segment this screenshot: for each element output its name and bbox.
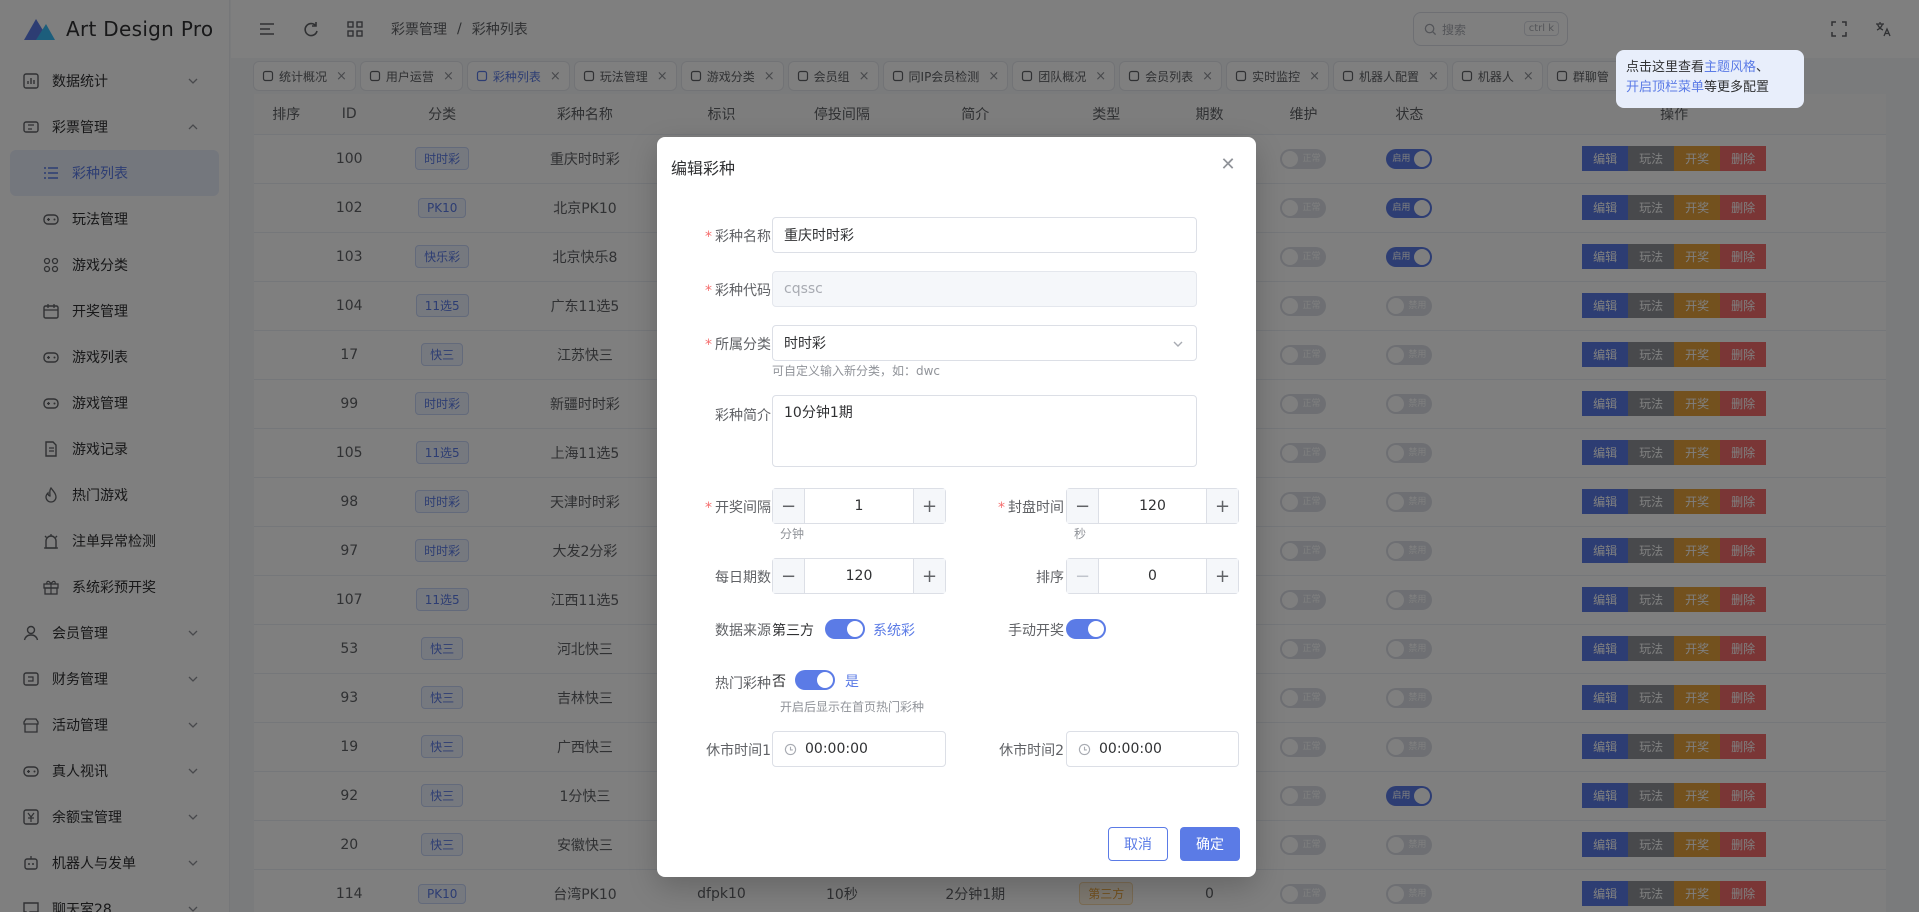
hot-lottery-label: 热门彩种	[715, 676, 771, 692]
close-time-value[interactable]: 120	[1099, 489, 1206, 523]
confirm-button[interactable]: 确定	[1180, 827, 1240, 861]
lottery-name-input[interactable]: 重庆时时彩	[772, 217, 1197, 253]
edit-lottery-dialog: 编辑彩种 ✕ * 彩种名称 重庆时时彩 * 彩种代码 cqssc * 所属分类 时时彩…	[657, 137, 1256, 877]
decrease-button[interactable]: −	[773, 559, 805, 593]
intro-label: 彩种简介	[715, 408, 771, 424]
increase-button[interactable]: +	[1206, 559, 1238, 593]
data-source-off-text: 第三方	[772, 623, 814, 639]
clock-icon	[784, 743, 797, 755]
category-select[interactable]: 时时彩	[772, 325, 1197, 361]
tooltip-text: 等更多配置	[1704, 80, 1770, 95]
data-source-label: 数据来源	[715, 623, 771, 639]
draw-interval-label: * 开奖间隔	[705, 500, 771, 516]
theme-style-link[interactable]: 主题风格	[1704, 60, 1756, 75]
draw-interval-value[interactable]: 1	[805, 489, 913, 523]
draw-interval-label-text: 开奖间隔	[715, 500, 771, 516]
clock-icon	[1078, 743, 1091, 755]
rest-time-1-value: 00:00:00	[805, 741, 868, 757]
tooltip-text: 点击这里查看	[1626, 60, 1705, 75]
close-time-label-text: 封盘时间	[1008, 500, 1064, 516]
hot-lottery-switch[interactable]	[795, 670, 835, 690]
increase-button[interactable]: +	[913, 489, 945, 523]
draw-interval-stepper[interactable]: − 1 +	[772, 488, 946, 524]
cancel-button[interactable]: 取消	[1108, 827, 1168, 861]
hot-lottery-off-text: 否	[772, 674, 786, 690]
category-label: * 所属分类	[705, 337, 771, 353]
rest-time-2-value: 00:00:00	[1099, 741, 1162, 757]
close-time-label: * 封盘时间	[998, 500, 1064, 516]
decrease-button[interactable]: −	[1067, 559, 1099, 593]
tooltip-separator: 、	[1756, 60, 1770, 75]
close-time-unit: 秒	[1074, 527, 1087, 541]
rest-time-2-picker[interactable]: 00:00:00	[1066, 731, 1239, 767]
rest-time-2-label: 休市时间2	[999, 743, 1064, 759]
daily-periods-label: 每日期数	[715, 570, 771, 586]
intro-textarea[interactable]: 10分钟1期	[772, 395, 1197, 467]
lottery-code-input: cqssc	[772, 271, 1197, 307]
app-root: Art Design Pro 数据统计彩票管理彩种列表玩法管理游戏分类开奖管理游…	[0, 0, 1919, 912]
increase-button[interactable]: +	[1206, 489, 1238, 523]
lottery-name-label: * 彩种名称	[705, 229, 771, 245]
close-icon[interactable]: ✕	[1218, 155, 1238, 175]
sort-value[interactable]: 0	[1099, 559, 1206, 593]
chevron-down-icon	[1173, 341, 1183, 347]
hot-lottery-hint: 开启后显示在首页热门彩种	[780, 700, 925, 714]
decrease-button[interactable]: −	[1067, 489, 1099, 523]
lottery-code-label-text: 彩种代码	[715, 283, 771, 299]
category-label-text: 所属分类	[715, 337, 771, 353]
sort-label: 排序	[1036, 570, 1064, 586]
daily-periods-stepper[interactable]: − 120 +	[772, 558, 946, 594]
top-menu-link[interactable]: 开启顶栏菜单	[1626, 80, 1704, 95]
category-hint: 可自定义输入新分类，如：dwc	[772, 364, 941, 378]
hot-lottery-on-text: 是	[845, 674, 859, 690]
lottery-code-label: * 彩种代码	[705, 283, 771, 299]
rest-time-1-picker[interactable]: 00:00:00	[772, 731, 946, 767]
data-source-on-text: 系统彩	[873, 623, 915, 639]
data-source-switch[interactable]	[825, 619, 865, 639]
decrease-button[interactable]: −	[773, 489, 805, 523]
lottery-name-label-text: 彩种名称	[715, 229, 771, 245]
category-select-value: 时时彩	[784, 336, 826, 352]
close-time-stepper[interactable]: − 120 +	[1066, 488, 1239, 524]
manual-draw-label: 手动开奖	[1008, 623, 1064, 639]
draw-interval-unit: 分钟	[780, 527, 805, 541]
rest-time-1-label: 休市时间1	[706, 743, 771, 759]
daily-periods-value[interactable]: 120	[805, 559, 913, 593]
sort-stepper[interactable]: − 0 +	[1066, 558, 1239, 594]
settings-tooltip: 点击这里查看主题风格、 开启顶栏菜单等更多配置	[1616, 50, 1804, 108]
manual-draw-switch[interactable]	[1066, 619, 1106, 639]
increase-button[interactable]: +	[913, 559, 945, 593]
dialog-title: 编辑彩种	[671, 159, 736, 178]
